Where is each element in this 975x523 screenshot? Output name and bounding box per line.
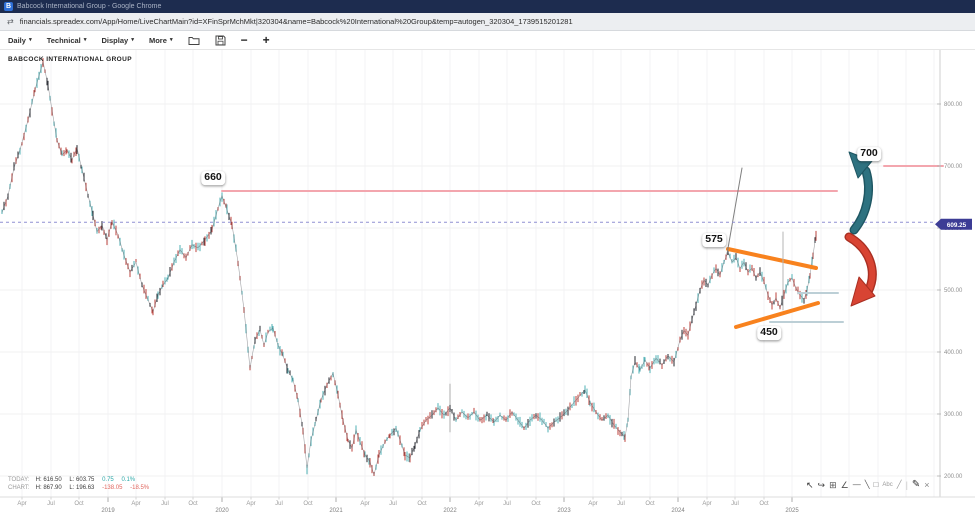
wedge-lower-line[interactable]: [736, 303, 818, 327]
window-titlebar: B Babcock International Group - Google C…: [0, 0, 975, 13]
window-title: Babcock International Group - Google Chr…: [17, 3, 161, 10]
x-axis-month-label: Jul: [47, 501, 55, 507]
x-axis-month-label: Apr: [131, 501, 140, 507]
open-chart-icon[interactable]: [188, 35, 200, 46]
today-label: TODAY:: [8, 476, 34, 484]
chart-toolbar: Daily ▾ Technical ▾ Display ▾ More ▾ − +: [0, 31, 975, 50]
browser-window: 800.00700.00600.00500.00400.00300.00200.…: [0, 0, 975, 523]
chart-change-pct: -18.5%: [130, 485, 149, 491]
angle-tool-icon[interactable]: ∠: [841, 481, 849, 490]
x-axis-year-label: 2019: [101, 508, 115, 514]
chart-high: H: 867.90: [36, 485, 62, 491]
x-axis-month-label: Oct: [303, 501, 313, 507]
x-axis-month-label: Jul: [503, 501, 511, 507]
tab-switch-icon: ⇄: [7, 18, 14, 26]
candlestick-series: [2, 58, 816, 476]
x-axis-year-label: 2023: [557, 508, 571, 514]
x-axis-month-label: Oct: [188, 501, 198, 507]
x-axis-month-label: Jul: [617, 501, 625, 507]
x-axis-month-label: Apr: [17, 501, 26, 507]
today-change-pct: 0.1%: [121, 477, 135, 483]
x-axis-month-label: Apr: [588, 501, 597, 507]
y-axis-label: 300.00: [944, 412, 963, 418]
x-axis-month-label: Apr: [474, 501, 483, 507]
svg-text:609.25: 609.25: [947, 222, 967, 229]
today-change: 0.75: [102, 477, 114, 483]
caret-down-icon: ▾: [29, 37, 32, 43]
x-axis-month-label: Oct: [645, 501, 655, 507]
x-axis-month-label: Jul: [389, 501, 397, 507]
menu-technical[interactable]: Technical ▾: [47, 36, 87, 45]
x-axis-year-label: 2022: [443, 508, 457, 514]
chart-axes: 800.00700.00600.00500.00400.00300.00200.…: [0, 50, 975, 514]
wedge-upper-line[interactable]: [728, 249, 816, 268]
y-axis-label: 700.00: [944, 164, 963, 170]
grid-tool-icon[interactable]: ⊞: [829, 481, 837, 490]
drawing-tools-bar: ↖ ↪⊞ ∠ — ╲ □Abc ╱ | ✎ ×: [806, 477, 930, 493]
separator: |: [906, 481, 908, 490]
chart-status-row: CHART: H: 867.90 L: 196.63 -138.05 -18.5…: [8, 484, 155, 492]
price-annotation-660[interactable]: 660: [201, 171, 225, 185]
caret-down-icon: ▾: [170, 37, 173, 43]
x-axis-month-label: Oct: [759, 501, 769, 507]
x-axis-month-label: Apr: [246, 501, 255, 507]
chart-change: -138.05: [102, 485, 122, 491]
close-tools-icon[interactable]: ×: [924, 481, 929, 490]
x-axis-year-label: 2025: [785, 508, 799, 514]
trend-line-tool-icon[interactable]: ╲: [865, 481, 870, 489]
x-axis-month-label: Jul: [161, 501, 169, 507]
rectangle-tool-icon[interactable]: □: [874, 481, 879, 489]
current-price-badge: 609.25: [935, 219, 972, 230]
zoom-out-icon[interactable]: −: [241, 34, 248, 46]
price-annotation-700[interactable]: 700: [857, 147, 881, 161]
today-low: L: 603.75: [69, 477, 94, 483]
x-axis-year-label: 2024: [671, 508, 685, 514]
chart-instrument-label: BABCOCK INTERNATIONAL GROUP: [8, 56, 132, 63]
quote-status-panel: TODAY: H: 616.50 L: 603.75 0.75 0.1% CHA…: [8, 476, 155, 492]
caret-down-icon: ▾: [131, 37, 134, 43]
price-annotation-575[interactable]: 575: [702, 233, 726, 247]
draw-tool-icon[interactable]: ✎: [912, 480, 920, 490]
text-tool-icon[interactable]: Abc: [882, 482, 892, 488]
x-axis-year-label: 2021: [329, 508, 343, 514]
today-status-row: TODAY: H: 616.50 L: 603.75 0.75 0.1%: [8, 476, 155, 484]
bull-up-arrow[interactable]: [849, 152, 872, 230]
x-axis-month-label: Jul: [731, 501, 739, 507]
chart-low: L: 196.63: [69, 485, 94, 491]
caret-down-icon: ▾: [84, 37, 87, 43]
chart-label: CHART:: [8, 484, 34, 492]
x-axis-month-label: Apr: [360, 501, 369, 507]
x-axis-month-label: Jul: [275, 501, 283, 507]
url-bar[interactable]: ⇄ financials.spreadex.com/App/Home/LiveC…: [0, 13, 975, 31]
today-high: H: 616.50: [36, 477, 62, 483]
diagonal-line-tool-icon[interactable]: ╱: [897, 481, 902, 489]
chart-canvas[interactable]: 800.00700.00600.00500.00400.00300.00200.…: [0, 0, 975, 523]
y-axis-label: 200.00: [944, 474, 963, 480]
save-chart-icon[interactable]: [215, 35, 226, 46]
menu-daily[interactable]: Daily ▾: [8, 36, 32, 45]
x-axis-month-label: Oct: [417, 501, 427, 507]
x-axis-year-label: 2020: [215, 508, 229, 514]
babcock-favicon-icon: B: [4, 2, 13, 11]
bear-down-arrow[interactable]: [849, 237, 875, 306]
y-axis-label: 500.00: [944, 288, 963, 294]
x-axis-month-label: Oct: [74, 501, 84, 507]
zoom-in-icon[interactable]: +: [263, 34, 270, 46]
chart-gridlines: [0, 50, 940, 497]
x-axis-month-label: Apr: [702, 501, 711, 507]
y-axis-label: 800.00: [944, 102, 963, 108]
cursor-tool-icon[interactable]: ↖: [806, 481, 814, 490]
menu-display[interactable]: Display ▾: [102, 36, 134, 45]
menu-more[interactable]: More ▾: [149, 36, 173, 45]
price-annotation-450[interactable]: 450: [757, 326, 781, 340]
horizontal-line-tool-icon[interactable]: —: [853, 481, 861, 489]
page-url[interactable]: financials.spreadex.com/App/Home/LiveCha…: [20, 17, 573, 26]
x-axis-month-label: Oct: [531, 501, 541, 507]
curved-arrow-tool-icon[interactable]: ↪: [818, 481, 826, 490]
y-axis-label: 400.00: [944, 350, 963, 356]
